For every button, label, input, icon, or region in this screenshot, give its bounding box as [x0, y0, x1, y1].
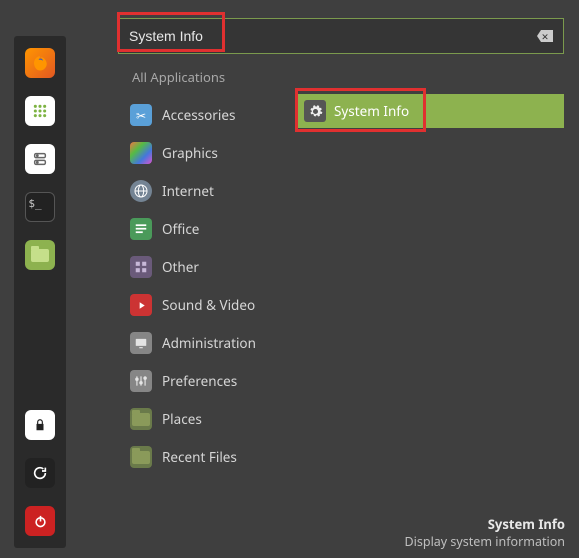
- search-input[interactable]: [129, 28, 537, 44]
- applications-icon[interactable]: [25, 96, 55, 126]
- category-label: Sound & Video: [162, 296, 255, 314]
- lock-icon[interactable]: [25, 410, 55, 440]
- category-internet[interactable]: Internet: [130, 176, 256, 206]
- firefox-icon[interactable]: [25, 48, 55, 78]
- file-manager-icon[interactable]: [25, 240, 55, 270]
- category-label: Graphics: [162, 144, 218, 162]
- category-label: Office: [162, 220, 199, 238]
- preferences-icon: [130, 370, 152, 392]
- app-description-title: System Info: [405, 515, 565, 533]
- category-label: Preferences: [162, 372, 237, 390]
- graphics-icon: [130, 142, 152, 164]
- category-recent-files[interactable]: Recent Files: [130, 442, 256, 472]
- category-all-applications[interactable]: All Applications: [132, 64, 256, 90]
- category-places[interactable]: Places: [130, 404, 256, 434]
- category-label: Internet: [162, 182, 214, 200]
- power-icon[interactable]: [25, 506, 55, 536]
- result-system-info[interactable]: System Info: [298, 94, 415, 128]
- category-administration[interactable]: Administration: [130, 328, 256, 358]
- category-label: All Applications: [132, 68, 225, 86]
- internet-icon: [130, 180, 152, 202]
- category-graphics[interactable]: Graphics: [130, 138, 256, 168]
- terminal-icon[interactable]: $_: [25, 192, 55, 222]
- search-field[interactable]: ✕: [118, 18, 564, 54]
- accessories-icon: ✂: [130, 104, 152, 126]
- category-label: Accessories: [162, 106, 235, 124]
- gear-icon: [304, 100, 326, 122]
- app-description-text: Display system information: [405, 533, 565, 550]
- recent-files-icon: [130, 446, 152, 468]
- clear-search-icon[interactable]: ✕: [537, 30, 553, 42]
- sound-video-icon: [130, 294, 152, 316]
- result-label: System Info: [334, 102, 409, 120]
- category-preferences[interactable]: Preferences: [130, 366, 256, 396]
- dock: $_: [14, 36, 66, 548]
- restart-icon[interactable]: [25, 458, 55, 488]
- places-icon: [130, 408, 152, 430]
- category-accessories[interactable]: ✂ Accessories: [130, 100, 256, 130]
- category-label: Other: [162, 258, 199, 276]
- administration-icon: [130, 332, 152, 354]
- app-description: System Info Display system information: [405, 515, 565, 550]
- category-label: Places: [162, 410, 202, 428]
- office-icon: [130, 218, 152, 240]
- category-list: All Applications ✂ Accessories Graphics …: [130, 64, 256, 472]
- category-sound-video[interactable]: Sound & Video: [130, 290, 256, 320]
- files-icon[interactable]: [25, 144, 55, 174]
- category-label: Administration: [162, 334, 256, 352]
- category-office[interactable]: Office: [130, 214, 256, 244]
- category-other[interactable]: Other: [130, 252, 256, 282]
- category-label: Recent Files: [162, 448, 237, 466]
- other-icon: [130, 256, 152, 278]
